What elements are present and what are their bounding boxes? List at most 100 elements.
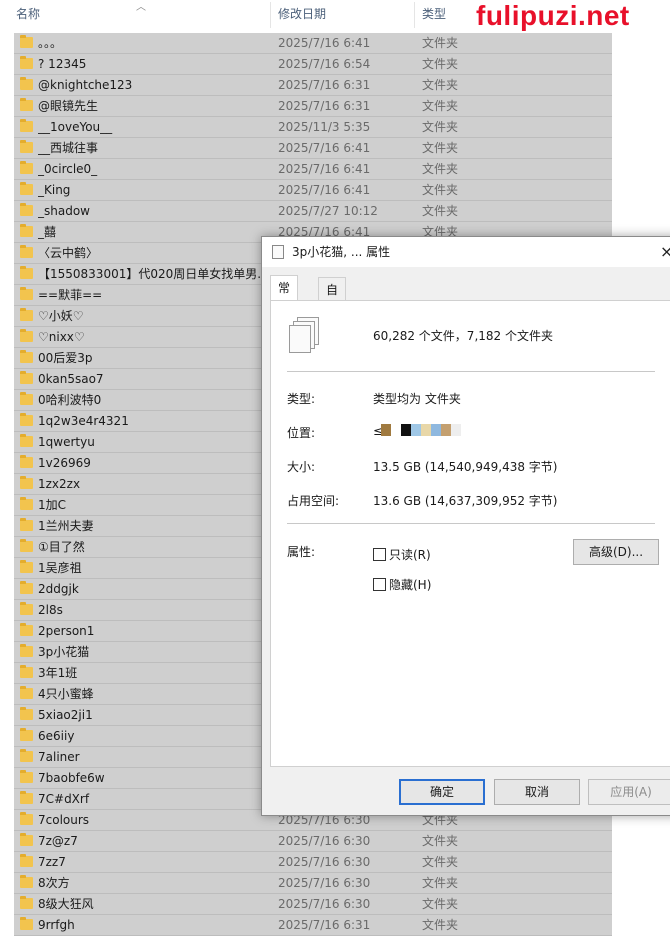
file-name: 4只小蜜蜂 <box>38 687 94 701</box>
close-icon[interactable]: × <box>660 237 670 267</box>
redaction-block <box>401 424 411 436</box>
apply-button[interactable]: 应用(A) <box>588 779 670 805</box>
folder-icon <box>20 224 33 237</box>
column-type-header[interactable]: 类型 <box>422 0 446 28</box>
folder-icon <box>20 518 33 531</box>
file-type: 文件夹 <box>422 36 459 50</box>
folder-icon <box>20 854 33 867</box>
file-name: ♡小妖♡ <box>38 309 84 323</box>
tab-general[interactable]: 常规 <box>270 275 299 319</box>
cancel-button[interactable]: 取消 <box>494 779 580 805</box>
file-date: 2025/7/16 6:41 <box>278 183 371 197</box>
file-name: 1吴彦祖 <box>38 561 82 575</box>
type-label: 类型: <box>287 392 316 406</box>
size-label: 大小: <box>287 460 316 474</box>
file-row[interactable]: ? 12345 2025/7/16 6:54 文件夹 <box>14 54 612 75</box>
column-divider[interactable] <box>270 2 271 28</box>
file-row[interactable]: 。。。 2025/7/16 6:41 文件夹 <box>14 33 612 54</box>
readonly-checkbox[interactable]: 只读(R) <box>373 546 431 563</box>
file-name: 1v26969 <box>38 456 91 470</box>
readonly-label: 只读(R) <box>389 548 431 562</box>
file-type: 文件夹 <box>422 897 459 911</box>
folder-icon <box>20 182 33 195</box>
folder-icon <box>20 686 33 699</box>
folder-icon <box>20 308 33 321</box>
file-name: 7zz7 <box>38 855 66 869</box>
file-date: 2025/7/16 6:41 <box>278 162 371 176</box>
file-name: 3p小花猫 <box>38 645 90 659</box>
file-name: 。。。 <box>38 36 63 50</box>
file-name: __西城往事 <box>38 141 99 155</box>
file-name: 0kan5sao7 <box>38 372 104 386</box>
column-divider[interactable] <box>414 2 415 28</box>
file-date: 2025/7/16 6:30 <box>278 876 371 890</box>
file-name: 7C#dXrf <box>38 792 90 806</box>
folder-icon <box>20 497 33 510</box>
file-name: 1加C <box>38 498 67 512</box>
properties-dialog: 3p小花猫, ... 属性 × 常规 自定义 60,282 个文件，7,182 … <box>261 236 670 816</box>
file-date: 2025/7/16 6:54 <box>278 57 371 71</box>
file-name: 9rrfgh <box>38 918 75 932</box>
file-row[interactable]: __1oveYou__ 2025/11/3 5:35 文件夹 <box>14 117 612 138</box>
file-row[interactable]: _shadow 2025/7/27 10:12 文件夹 <box>14 201 612 222</box>
dialog-title: 3p小花猫, ... 属性 <box>292 245 391 259</box>
folder-icon <box>20 287 33 300</box>
disk-size-value: 13.6 GB (14,637,309,952 字节) <box>373 494 558 508</box>
hidden-label: 隐藏(H) <box>389 578 432 592</box>
file-date: 2025/7/16 6:30 <box>278 834 371 848</box>
file-date: 2025/7/16 6:31 <box>278 99 371 113</box>
folder-icon <box>20 623 33 636</box>
folder-icon <box>20 56 33 69</box>
file-name: 7colours <box>38 813 90 827</box>
file-row[interactable]: @knightche123 2025/7/16 6:31 文件夹 <box>14 75 612 96</box>
checkbox-icon[interactable] <box>373 578 386 591</box>
file-row[interactable]: 7zz7 2025/7/16 6:30 文件夹 <box>14 852 612 873</box>
file-date: 2025/7/16 6:31 <box>278 918 371 932</box>
file-row[interactable]: __西城往事 2025/7/16 6:41 文件夹 <box>14 138 612 159</box>
file-name: 1兰州夫妻 <box>38 519 94 533</box>
advanced-button[interactable]: 高级(D)... <box>573 539 659 565</box>
file-name: 2person1 <box>38 624 95 638</box>
file-type: 文件夹 <box>422 876 459 890</box>
folder-icon <box>20 644 33 657</box>
folder-icon <box>20 833 33 846</box>
tab-custom[interactable]: 自定义 <box>318 277 347 345</box>
disk-size-label: 占用空间: <box>287 494 340 508</box>
ok-button[interactable]: 确定 <box>399 779 485 805</box>
folder-icon <box>20 560 33 573</box>
file-row[interactable]: _0circle0_ 2025/7/16 6:41 文件夹 <box>14 159 612 180</box>
folder-icon <box>20 476 33 489</box>
file-name: __1oveYou__ <box>38 120 113 134</box>
checkbox-icon[interactable] <box>373 548 386 561</box>
file-date: 2025/7/16 6:30 <box>278 897 371 911</box>
copy-icon <box>272 245 284 259</box>
folder-icon <box>20 791 33 804</box>
file-row[interactable]: 7z@z7 2025/7/16 6:30 文件夹 <box>14 831 612 852</box>
file-row[interactable]: _King 2025/7/16 6:41 文件夹 <box>14 180 612 201</box>
column-date-header[interactable]: 修改日期 <box>278 0 326 28</box>
dialog-titlebar[interactable]: 3p小花猫, ... 属性 × <box>262 237 670 267</box>
folder-icon <box>20 329 33 342</box>
file-name: 0哈利波特0 <box>38 393 102 407</box>
file-row[interactable]: 8级大狂风 2025/7/16 6:30 文件夹 <box>14 894 612 915</box>
file-row[interactable]: @眼镜先生 2025/7/16 6:31 文件夹 <box>14 96 612 117</box>
hidden-checkbox[interactable]: 隐藏(H) <box>373 576 431 593</box>
file-date: 2025/7/16 6:31 <box>278 78 371 92</box>
redaction-block <box>411 424 421 436</box>
file-row[interactable]: 9rrfgh 2025/7/16 6:31 文件夹 <box>14 915 612 936</box>
folder-icon <box>20 812 33 825</box>
folder-icon <box>20 98 33 111</box>
file-type: 文件夹 <box>422 78 459 92</box>
size-value: 13.5 GB (14,540,949,438 字节) <box>373 460 558 474</box>
folder-icon <box>20 140 33 153</box>
folder-icon <box>20 119 33 132</box>
folder-icon <box>20 602 33 615</box>
file-name: @knightche123 <box>38 78 133 92</box>
file-row[interactable]: 8次方 2025/7/16 6:30 文件夹 <box>14 873 612 894</box>
column-name-header[interactable]: 名称 <box>16 0 40 28</box>
file-date: 2025/7/16 6:41 <box>278 36 371 50</box>
folder-icon <box>20 161 33 174</box>
sort-up-icon: ︿ <box>136 2 146 13</box>
file-type: 文件夹 <box>422 162 459 176</box>
file-name: 〈云中鹤〉 <box>38 246 99 260</box>
